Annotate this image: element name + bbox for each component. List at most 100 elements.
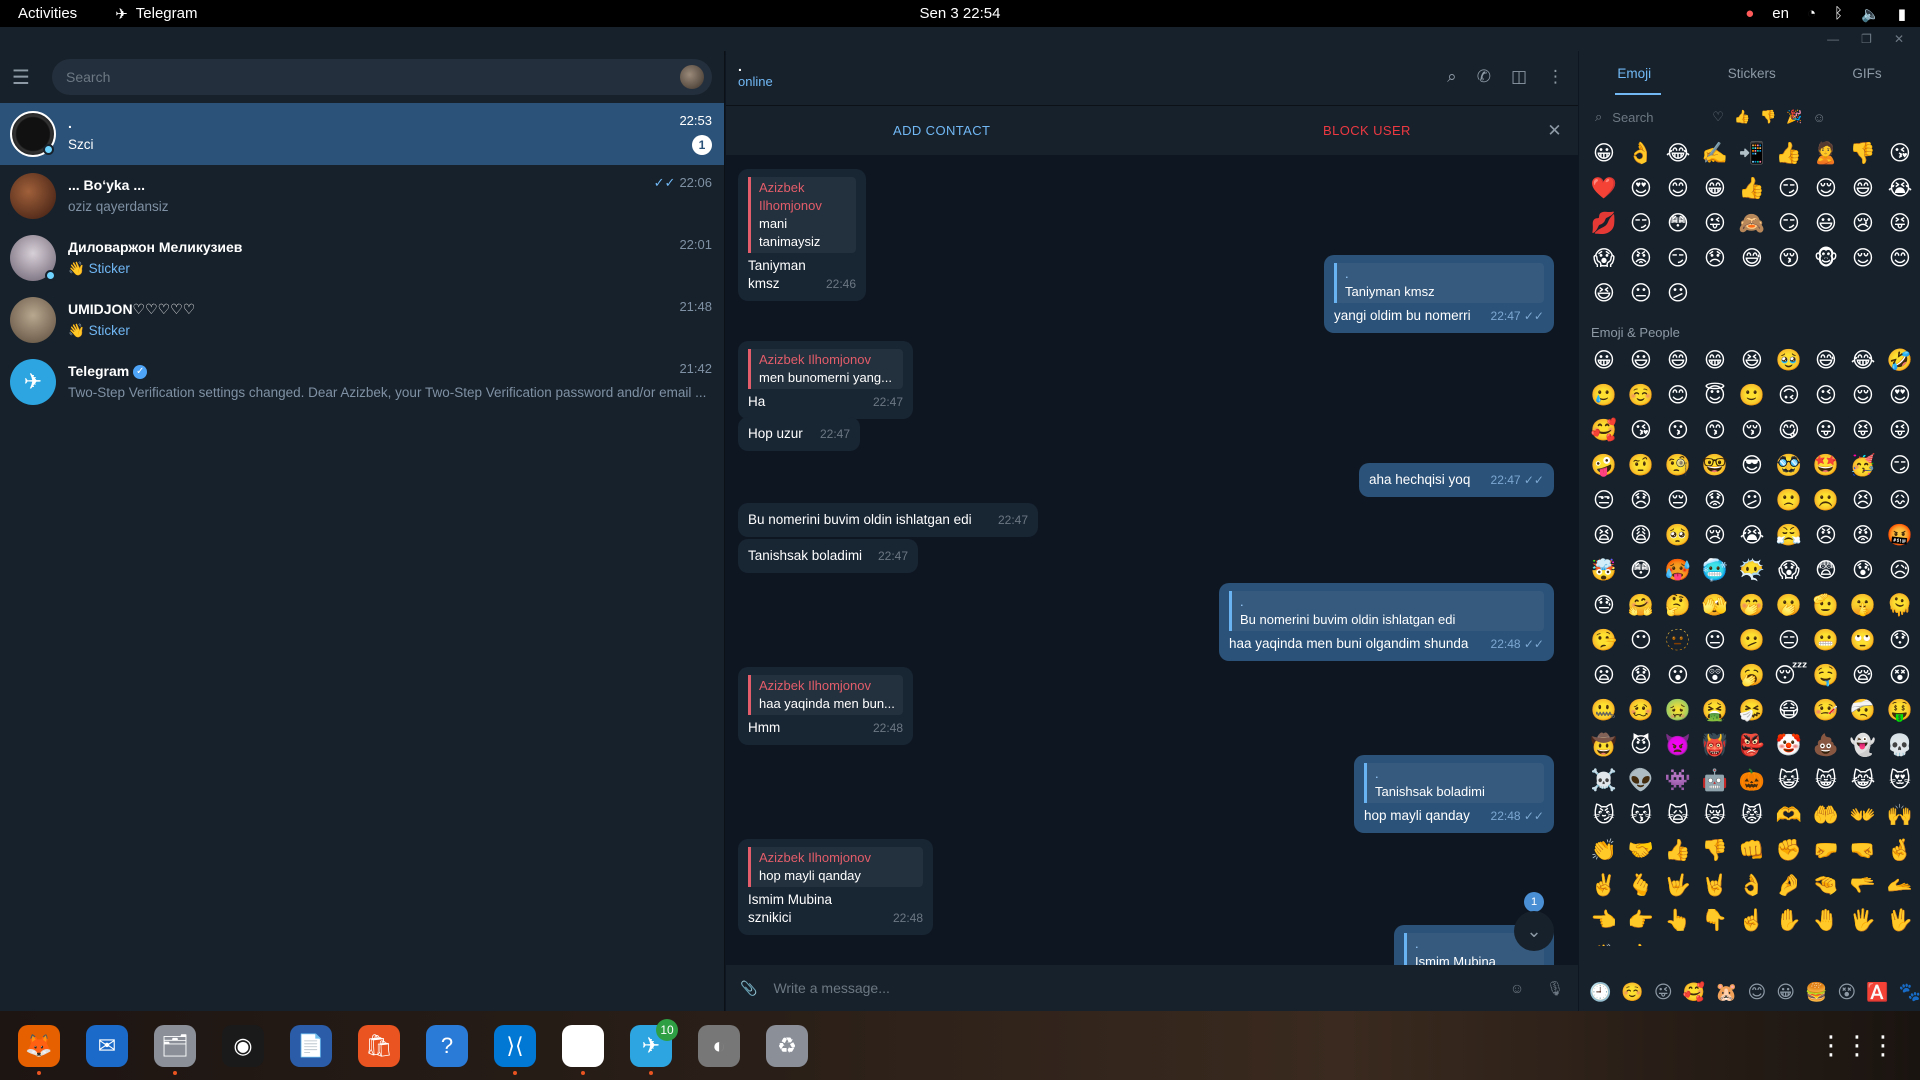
emoji-button[interactable]: 🥵	[1663, 556, 1693, 586]
activities-button[interactable]: Activities	[18, 5, 77, 22]
emoji-button[interactable]: 😤	[1774, 521, 1804, 551]
message-bubble[interactable]: Bu nomerini buvim oldin ishlatgan edi 22:…	[738, 503, 1038, 537]
emoji-button[interactable]: 🤣	[1885, 346, 1915, 376]
emoji-button[interactable]: 🖐️	[1848, 906, 1878, 936]
emoji-button[interactable]: 😀	[1589, 346, 1619, 376]
close-window-icon[interactable]: ✕	[1894, 32, 1904, 46]
emoji-button[interactable]: 😼	[1589, 801, 1619, 831]
emoji-button[interactable]: 🙄	[1848, 626, 1878, 656]
emoji-button[interactable]: 🤧	[1737, 696, 1767, 726]
emoji-button[interactable]: 😵	[1885, 661, 1915, 691]
emoji-button[interactable]: 😢	[1848, 209, 1878, 239]
emoji-button[interactable]: 😷	[1774, 696, 1804, 726]
emoji-button[interactable]: 👐	[1848, 801, 1878, 831]
emoji-category-button[interactable]: 😜	[1654, 982, 1673, 1003]
emoji-button[interactable]: 😞	[1626, 486, 1656, 516]
emoji-button[interactable]: 🤠	[1589, 731, 1619, 761]
dock-trash-icon[interactable]: ♻	[766, 1024, 808, 1067]
emoji-button[interactable]: 😹	[1848, 766, 1878, 796]
dock-telegram-icon[interactable]: ✈ 10	[630, 1018, 678, 1075]
emoji-button[interactable]: 😄	[1848, 174, 1878, 204]
emoji-button[interactable]: 👾	[1663, 766, 1693, 796]
party-filter-icon[interactable]: 🎉	[1786, 109, 1802, 125]
emoji-category-button[interactable]: 🐹	[1715, 982, 1737, 1003]
emoji-button[interactable]: 👇	[1700, 906, 1730, 936]
emoji-button[interactable]: 🫡	[1811, 591, 1841, 621]
emoji-button[interactable]: 🫶	[1774, 801, 1804, 831]
emoji-button[interactable]: 🤛	[1811, 836, 1841, 866]
emoji-category-button[interactable]: 🍔	[1805, 982, 1827, 1003]
emoji-button[interactable]: 😘	[1626, 416, 1656, 446]
emoji-button[interactable]: 🥳	[1848, 451, 1878, 481]
emoji-button[interactable]: 🫰	[1626, 871, 1656, 901]
emoji-button[interactable]: 🤢	[1663, 696, 1693, 726]
emoji-button[interactable]: 🥴	[1626, 696, 1656, 726]
hamburger-menu-icon[interactable]: ☰	[12, 65, 42, 90]
emoji-button[interactable]: 😏	[1626, 209, 1656, 239]
emoji-button[interactable]: 😚	[1774, 244, 1804, 274]
emoji-button[interactable]: 👏	[1589, 836, 1619, 866]
emoji-button[interactable]: 👎	[1700, 836, 1730, 866]
emoji-button[interactable]: ✌️	[1589, 871, 1619, 901]
notification-icon[interactable]: ●	[1745, 5, 1754, 22]
emoji-button[interactable]: 😞	[1700, 244, 1730, 274]
emoji-button[interactable]: 😍	[1885, 381, 1915, 411]
microphone-icon[interactable]: 🎙	[1546, 980, 1564, 997]
emoji-button[interactable]: 😌	[1811, 174, 1841, 204]
emoji-button[interactable]: 😀	[1589, 139, 1619, 169]
emoji-button[interactable]: 🙌	[1885, 801, 1915, 831]
heart-filter-icon[interactable]: ♡	[1712, 109, 1724, 125]
emoji-button[interactable]: 😌	[1848, 381, 1878, 411]
smile-filter-icon[interactable]: ☺	[1813, 110, 1826, 125]
emoji-button[interactable]: 😘	[1885, 139, 1915, 169]
emoji-button[interactable]: 😧	[1626, 661, 1656, 691]
emoji-button[interactable]: 😂	[1848, 346, 1878, 376]
emoji-button[interactable]: 😂	[1663, 139, 1693, 169]
emoji-button[interactable]: 😁	[1700, 174, 1730, 204]
emoji-button[interactable]: 😍	[1626, 174, 1656, 204]
message-bubble[interactable]: Azizbek Ilhomjonov mani tanimaysiz Taniym…	[738, 169, 866, 301]
emoji-button[interactable]: 🙀	[1663, 801, 1693, 831]
emoji-button[interactable]: 🤮	[1700, 696, 1730, 726]
reply-preview[interactable]: Azizbek Ilhomjonov men bunomerni yang...	[748, 349, 903, 389]
emoji-button[interactable]: ☺️	[1626, 381, 1656, 411]
emoji-button[interactable]: 🙎	[1811, 139, 1841, 169]
thumbs-up-filter-icon[interactable]: 👍	[1734, 109, 1750, 125]
emoji-button[interactable]: ❤️	[1589, 174, 1619, 204]
message-bubble[interactable]: Azizbek Ilhomjonov men bunomerni yang... …	[738, 341, 913, 419]
emoji-button[interactable]: 😝	[1885, 209, 1915, 239]
emoji-button[interactable]: 😚	[1737, 416, 1767, 446]
emoji-button[interactable]: 👻	[1848, 731, 1878, 761]
emoji-button[interactable]: 😒	[1589, 486, 1619, 516]
dock-disks-icon[interactable]: ◐	[698, 1024, 740, 1067]
emoji-button[interactable]: 😱	[1589, 244, 1619, 274]
message-list[interactable]: Azizbek Ilhomjonov mani tanimaysiz Taniym…	[726, 155, 1578, 965]
emoji-button[interactable]: 👊	[1737, 836, 1767, 866]
emoji-button[interactable]: 😸	[1811, 766, 1841, 796]
language-indicator[interactable]: en	[1772, 5, 1789, 22]
emoji-button[interactable]: 😝	[1848, 416, 1878, 446]
emoji-button[interactable]: 👉	[1626, 906, 1656, 936]
message-composer[interactable]: 📎 Write a message... ☺ 🎙	[726, 965, 1578, 1011]
reply-preview[interactable]: Azizbek Ilhomjonov hop mayli qanday	[748, 847, 923, 887]
message-bubble[interactable]: . Taniyman kmsz yangi oldim bu nomerri 22:…	[1324, 255, 1554, 333]
emoji-button[interactable]: 🤕	[1848, 696, 1878, 726]
emoji-category-button[interactable]: 🐾	[1899, 982, 1920, 1003]
message-input[interactable]: Write a message...	[773, 980, 1509, 996]
emoji-button[interactable]: 😰	[1848, 556, 1878, 586]
emoji-button[interactable]: 💋	[1589, 209, 1619, 239]
block-user-button[interactable]: BLOCK USER	[1323, 123, 1411, 138]
emoji-button[interactable]: 🤚	[1811, 906, 1841, 936]
emoji-button[interactable]: 😔	[1663, 486, 1693, 516]
scroll-down-button[interactable]: ⌄	[1514, 911, 1554, 951]
emoji-button[interactable]: 🧐	[1663, 451, 1693, 481]
reply-preview[interactable]: Azizbek Ilhomjonov mani tanimaysiz	[748, 177, 856, 253]
reply-preview[interactable]: . Bu nomerini buvim oldin ishlatgan edi	[1229, 591, 1544, 631]
emoji-button[interactable]: 😯	[1885, 626, 1915, 656]
emoji-button[interactable]: 🤌	[1774, 871, 1804, 901]
emoji-button[interactable]: 😾	[1737, 801, 1767, 831]
emoji-button[interactable]: ☹️	[1811, 486, 1841, 516]
emoji-button[interactable]: 🤑	[1885, 696, 1915, 726]
tab-emoji[interactable]: Emoji	[1617, 66, 1651, 81]
emoji-button[interactable]: 👈	[1589, 906, 1619, 936]
